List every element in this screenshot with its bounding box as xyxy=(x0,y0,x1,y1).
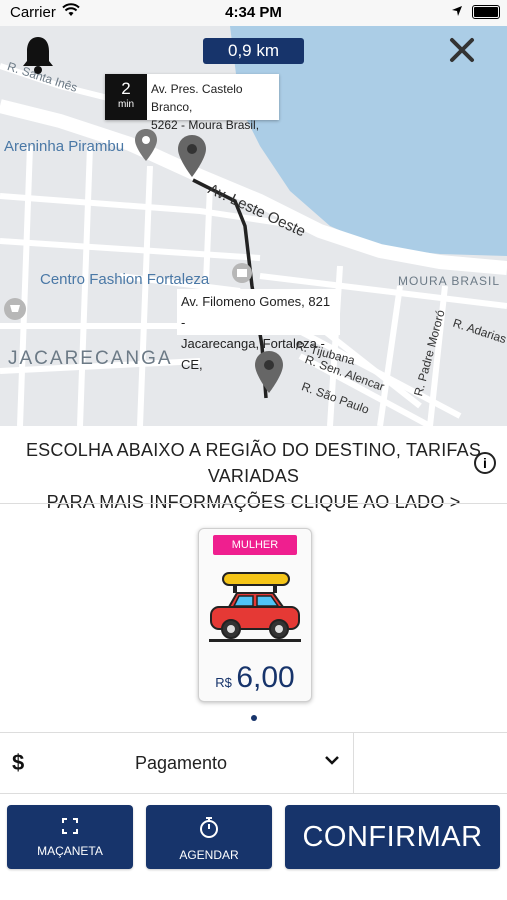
expand-icon xyxy=(7,817,133,840)
info-icon[interactable]: i xyxy=(474,452,496,474)
destination-callout: Av. Filomeno Gomes, 821 - Jacarecanga, F… xyxy=(177,289,340,372)
status-bar: Carrier 4:34 PM xyxy=(0,0,507,26)
eta-box: 2 min xyxy=(105,74,147,120)
stopwatch-icon xyxy=(146,817,272,844)
eta-value: 2 xyxy=(121,79,131,98)
chevron-down-icon[interactable] xyxy=(324,753,340,771)
eta-unit: min xyxy=(117,99,135,110)
fare-price: R$ 6,00 xyxy=(199,661,311,695)
map-label-moura-brasil: MOURA BRASIL xyxy=(398,274,501,288)
origin-pin-icon xyxy=(177,134,207,183)
payment-selector[interactable]: $ Pagamento xyxy=(0,732,507,794)
eta-callout: 2 min Av. Pres. Castelo Branco, 5262 - M… xyxy=(105,74,279,132)
map-label-areninha: Areninha Pirambu xyxy=(4,138,125,155)
confirm-button[interactable]: CONFIRMAR xyxy=(285,805,500,869)
pickup-address-line1: Av. Pres. Castelo Branco, xyxy=(151,82,243,114)
divider xyxy=(0,503,507,504)
agendar-button[interactable]: AGENDAR xyxy=(146,805,272,869)
price-value: 6,00 xyxy=(236,661,295,694)
map-label-jacarecanga: JACARECANGA xyxy=(8,348,173,369)
destination-line1: Av. Filomeno Gomes, 821 - xyxy=(181,294,331,330)
confirm-label: CONFIRMAR xyxy=(302,821,483,853)
fare-card[interactable]: MULHER R$ 6,00 xyxy=(198,528,312,702)
currency-label: R$ xyxy=(215,675,232,690)
notice-line2: PARA MAIS INFORMAÇÕES CLIQUE AO LADO > xyxy=(46,492,461,512)
map-label-centro-fashion: Centro Fashion Fortaleza xyxy=(40,271,210,288)
bell-icon[interactable] xyxy=(20,34,56,81)
agendar-label: AGENDAR xyxy=(179,848,239,862)
location-arrow-icon xyxy=(451,4,463,21)
macaneta-label: MAÇANETA xyxy=(37,844,103,858)
close-icon[interactable] xyxy=(448,36,476,69)
payment-label: Pagamento xyxy=(135,753,228,773)
destination-pin-icon xyxy=(254,350,284,399)
battery-icon xyxy=(472,5,500,19)
payment-separator xyxy=(353,733,354,793)
pickup-address: Av. Pres. Castelo Branco, 5262 - Moura B… xyxy=(151,80,279,134)
car-icon xyxy=(207,569,303,662)
category-tag: MULHER xyxy=(213,535,297,555)
distance-badge: 0,9 km xyxy=(203,38,304,64)
map-pin-icon xyxy=(134,128,158,167)
dollar-icon: $ xyxy=(12,750,25,775)
macaneta-button[interactable]: MAÇANETA xyxy=(7,805,133,869)
notice-line1: ESCOLHA ABAIXO A REGIÃO DO DESTINO, TARI… xyxy=(25,440,482,486)
page-indicator-dot xyxy=(251,715,257,721)
clock: 4:34 PM xyxy=(225,4,282,21)
pickup-address-line2: 5262 - Moura Brasil, xyxy=(151,118,260,132)
map-view[interactable]: R. Santa Inês Areninha Pirambu Av. Leste… xyxy=(0,26,507,426)
